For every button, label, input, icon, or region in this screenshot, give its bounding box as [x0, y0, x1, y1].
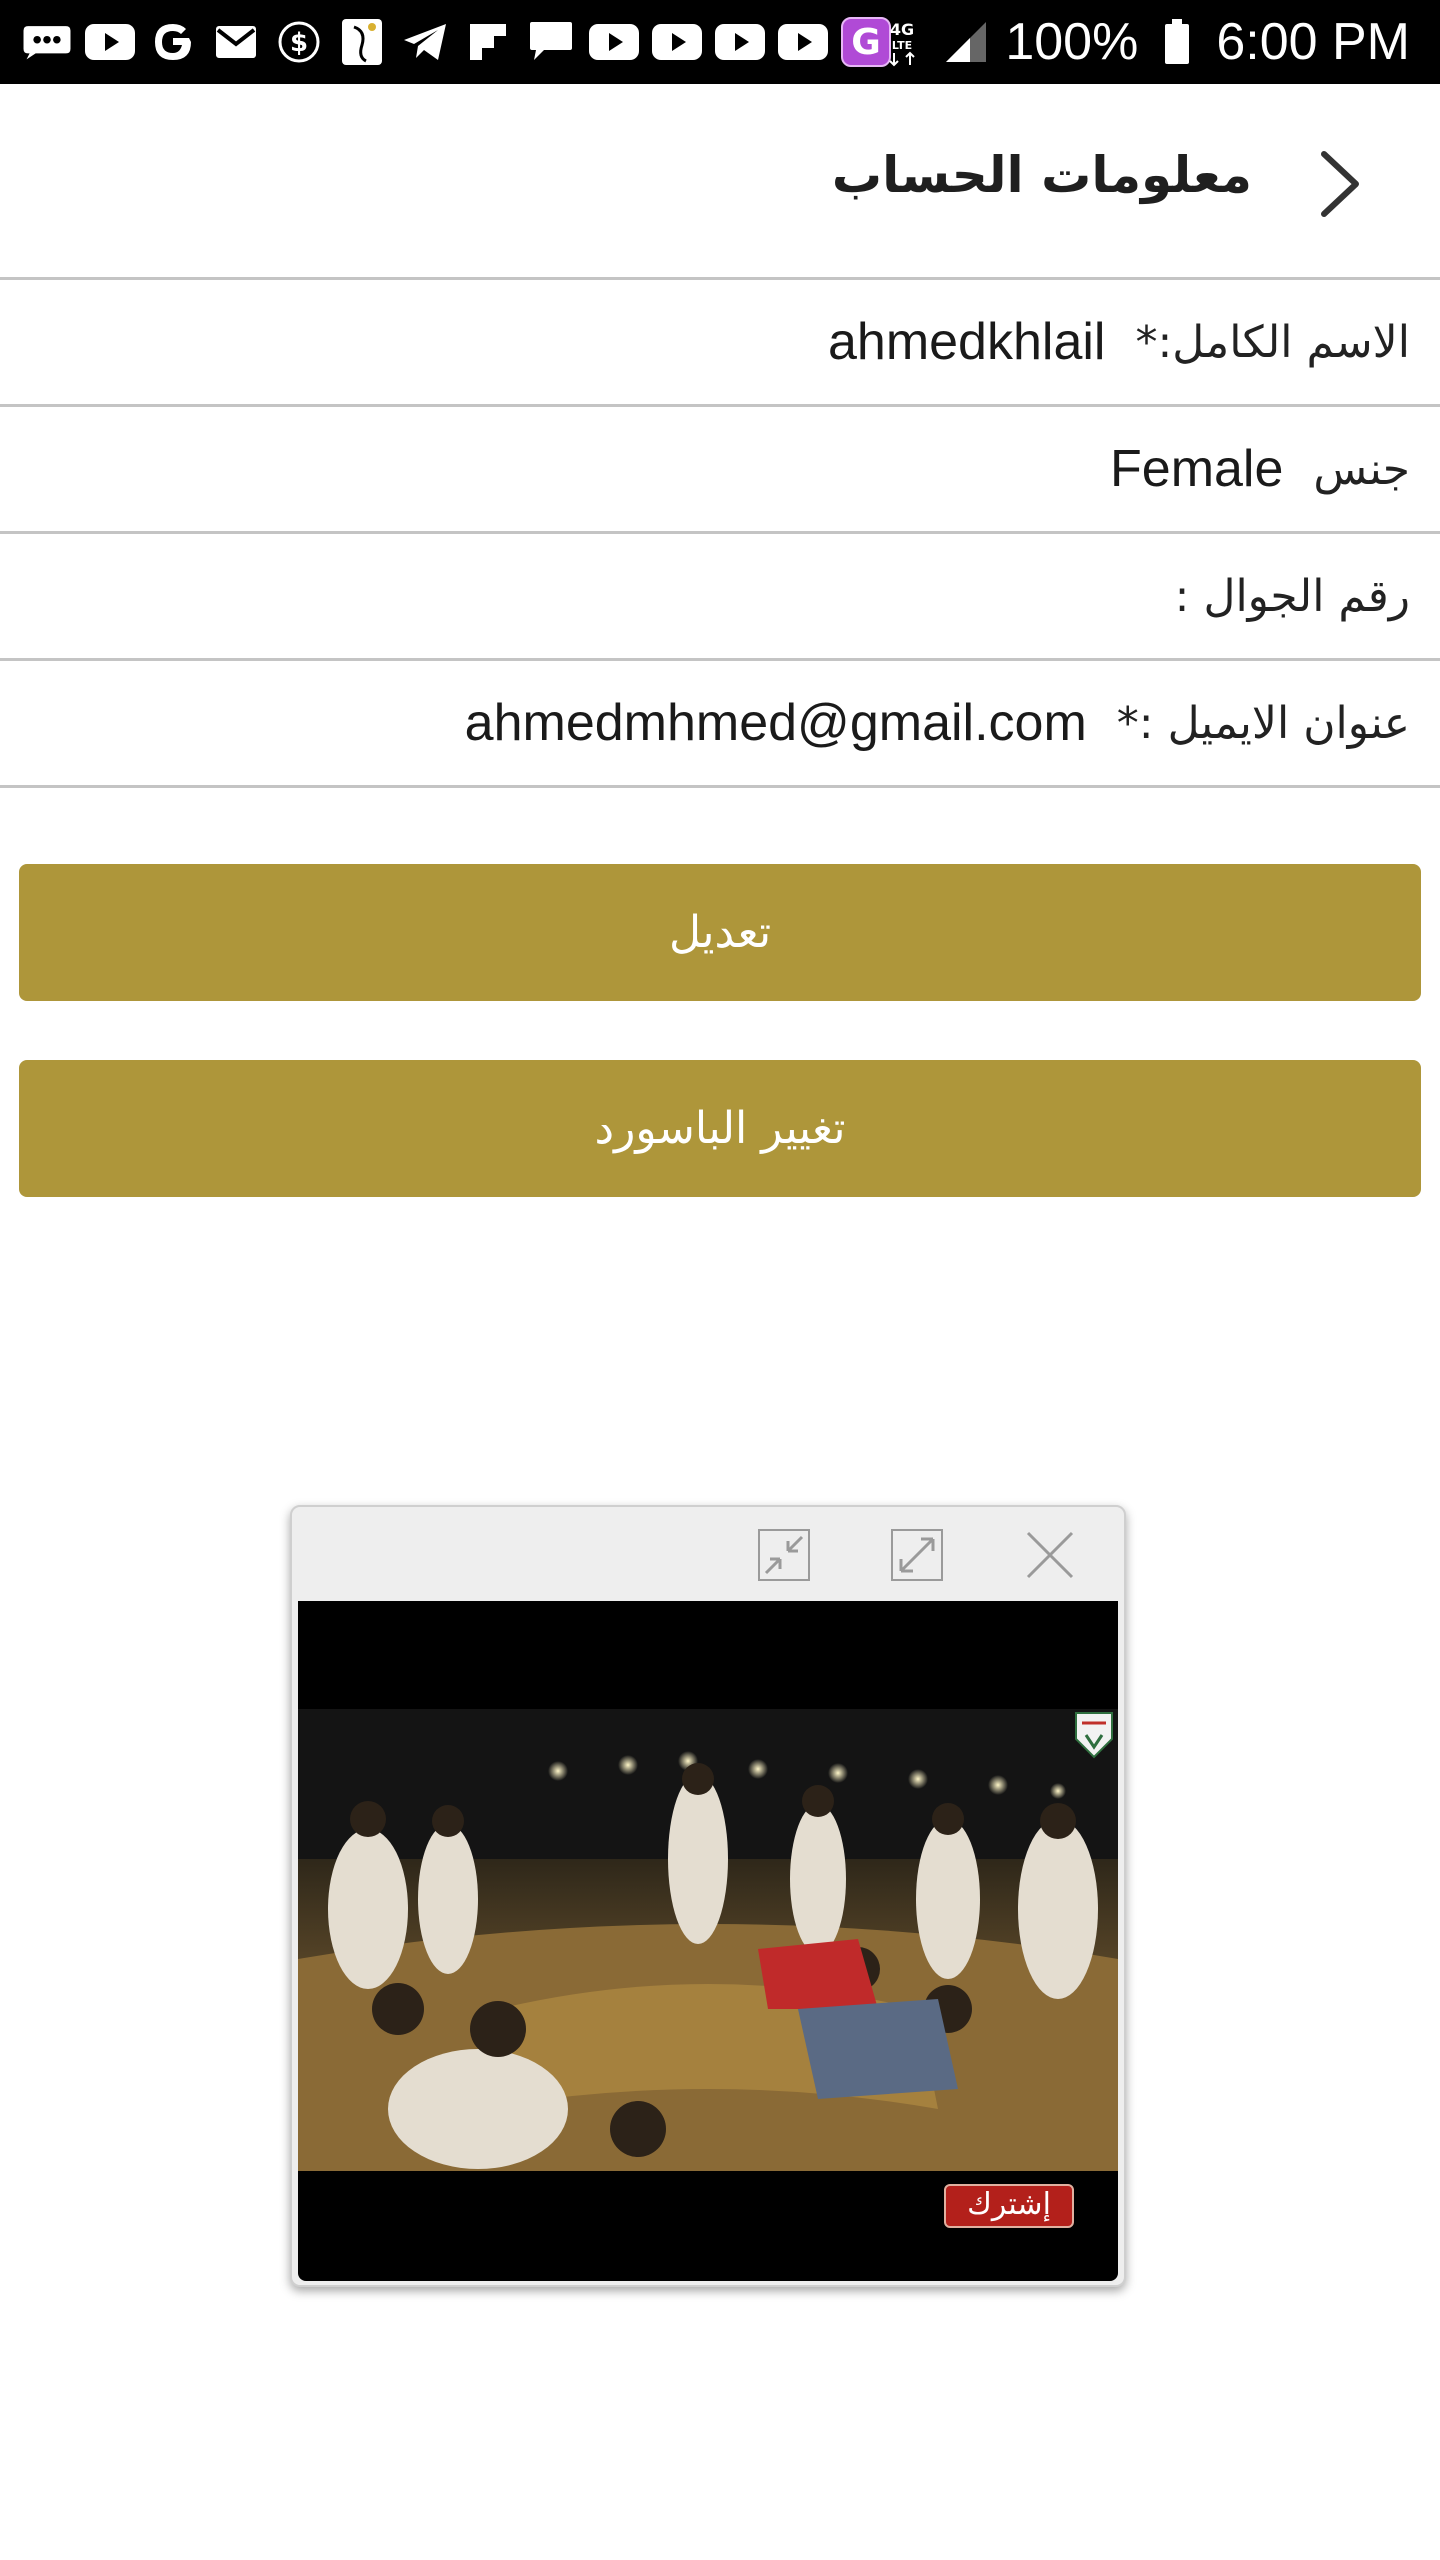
change-password-button[interactable]: تغيير الباسورد	[19, 1060, 1421, 1197]
page-title: معلومات الحساب	[831, 146, 1252, 204]
bird-app-icon	[337, 17, 387, 67]
video-player-toolbar	[292, 1507, 1124, 1599]
flipboard-icon	[463, 17, 513, 67]
video-thumbnail-scene	[298, 1709, 1118, 2171]
email-value: ahmedmhmed@gmail.com	[464, 694, 1087, 752]
close-icon	[1026, 1531, 1074, 1579]
video-frame	[298, 1709, 1118, 2171]
email-label: عنوان الايميل :*	[1116, 697, 1410, 749]
telegram-icon	[400, 17, 450, 67]
sms-icon	[22, 17, 72, 67]
gender-label: جنس	[1313, 443, 1410, 495]
video-screen[interactable]: إشترك	[298, 1601, 1118, 2281]
notification-icons: $ G	[22, 0, 891, 84]
system-status: 4G LTE 100% 6:00 PM	[877, 0, 1410, 84]
gender-row[interactable]: جنس Female	[0, 407, 1440, 534]
battery-percent: 100%	[1005, 13, 1139, 71]
youtube-icon	[778, 17, 828, 67]
email-row[interactable]: عنوان الايميل :* ahmedmhmed@gmail.com	[0, 661, 1440, 788]
chat-icon	[526, 17, 576, 67]
youtube-icon	[715, 17, 765, 67]
mobile-row[interactable]: رقم الجوال :	[0, 534, 1440, 661]
back-button[interactable]	[1300, 144, 1380, 224]
subscribe-button[interactable]: إشترك	[944, 2184, 1074, 2228]
floating-video-player[interactable]: إشترك	[290, 1505, 1126, 2287]
status-bar: $ G 4G LTE 100% 6:00 PM	[0, 0, 1440, 84]
clock: 6:00 PM	[1216, 13, 1410, 71]
app-header: معلومات الحساب	[0, 84, 1440, 280]
close-button[interactable]	[1022, 1527, 1078, 1583]
full-name-label: الاسم الكامل:*	[1135, 316, 1410, 368]
battery-icon	[1152, 17, 1202, 67]
gender-value: Female	[1110, 440, 1284, 498]
maximize-icon	[891, 1529, 943, 1581]
minimize-icon	[758, 1529, 810, 1581]
full-name-value: ahmedkhlail	[827, 313, 1106, 371]
dollar-icon: $	[274, 17, 324, 67]
svg-text:4G: 4G	[890, 20, 914, 39]
youtube-icon	[589, 17, 639, 67]
mobile-label: رقم الجوال :	[1174, 570, 1410, 622]
svg-text:$: $	[290, 28, 308, 58]
full-name-row[interactable]: الاسم الكامل:* ahmedkhlail	[0, 280, 1440, 407]
youtube-icon	[652, 17, 702, 67]
svg-text:LTE: LTE	[892, 39, 912, 52]
maximize-button[interactable]	[889, 1527, 945, 1583]
youtube-icon	[85, 17, 135, 67]
network-4g-icon: 4G LTE	[877, 17, 927, 67]
signal-icon	[941, 17, 991, 67]
chevron-right-icon	[1321, 151, 1359, 217]
google-icon	[148, 17, 198, 67]
minimize-button[interactable]	[756, 1527, 812, 1583]
edit-button[interactable]: تعديل	[19, 864, 1421, 1001]
email-icon	[211, 17, 261, 67]
